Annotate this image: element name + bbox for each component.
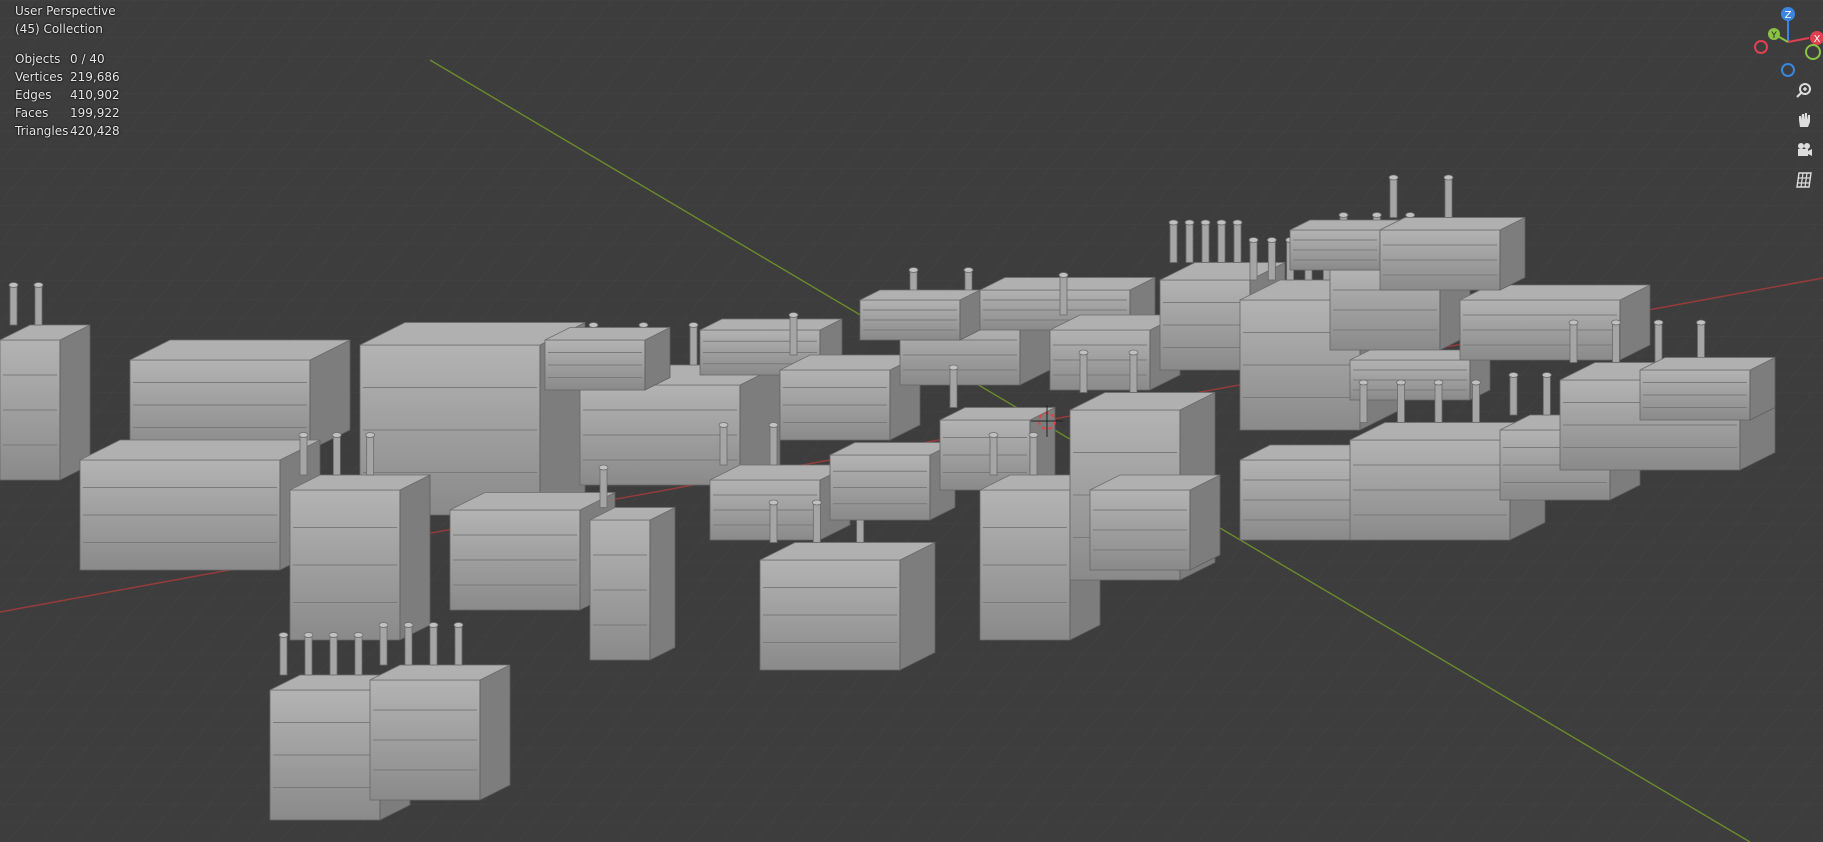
building-model xyxy=(1459,284,1651,361)
gizmo-z-label: Z xyxy=(1785,10,1792,21)
3d-viewport[interactable]: User Perspective (45) Collection Objects… xyxy=(0,0,1823,842)
pan-button[interactable] xyxy=(1789,108,1819,132)
zoom-icon xyxy=(1796,83,1811,98)
gizmo-x-label: X xyxy=(1814,34,1821,45)
gizmo-neg-x xyxy=(1754,40,1768,54)
building-model xyxy=(544,326,671,391)
stat-row: Objects 0 / 40 xyxy=(15,52,105,66)
stat-row: Faces 199,922 xyxy=(15,106,120,120)
camera-icon xyxy=(1798,143,1812,156)
view-name: User Perspective xyxy=(15,4,116,18)
ortho-toggle-button[interactable] xyxy=(1789,168,1819,192)
building-model xyxy=(1089,474,1221,571)
building-model xyxy=(129,339,351,451)
zoom-button[interactable] xyxy=(1789,78,1819,102)
scene-canvas[interactable] xyxy=(0,0,1823,842)
collection-name: (45) Collection xyxy=(15,22,103,36)
building-model xyxy=(1639,356,1776,421)
viewport-info-overlay: User Perspective (45) Collection Objects… xyxy=(15,2,120,140)
grid-ortho-icon xyxy=(1796,172,1812,188)
gizmo-neg-z xyxy=(1781,63,1795,77)
camera-view-button[interactable] xyxy=(1789,138,1819,162)
building-model xyxy=(79,439,321,571)
gizmo-neg-y xyxy=(1805,44,1821,60)
building-model xyxy=(859,289,981,341)
navigation-gizmo[interactable]: Z Y X xyxy=(1743,2,1823,82)
hand-pan-icon xyxy=(1799,113,1810,127)
stat-row: Triangles 420,428 xyxy=(15,124,120,138)
viewport-nav-buttons xyxy=(1789,78,1823,192)
building-model xyxy=(829,441,956,521)
scene-statistics: Objects 0 / 40 Vertices 219,686 Edges 410,9… xyxy=(15,50,120,140)
stat-row: Edges 410,902 xyxy=(15,88,120,102)
gizmo-y-label: Y xyxy=(1770,31,1777,41)
stat-row: Vertices 219,686 xyxy=(15,70,120,84)
